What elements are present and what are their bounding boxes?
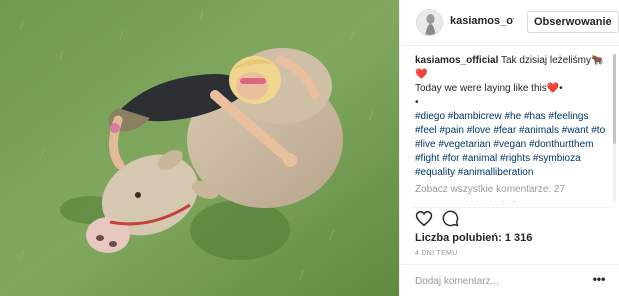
add-comment-input[interactable] — [415, 274, 575, 288]
avatar[interactable] — [416, 9, 443, 36]
caption-author[interactable]: kasiamos_official — [415, 55, 498, 66]
caption-line: Tak dzisiaj leżeliśmy🐂 — [500, 55, 604, 66]
post-timestamp[interactable]: 4 DNI TEMU — [415, 250, 458, 257]
add-comment-bar: ••• — [400, 264, 619, 296]
post-photo[interactable] — [0, 0, 399, 296]
caption-line: • — [415, 97, 419, 108]
comment-bubble-icon[interactable] — [442, 210, 464, 232]
post-caption: kasiamos_official Tak dzisiaj leżeliśmy🐂… — [415, 54, 606, 180]
heart-outline-icon[interactable] — [415, 210, 437, 232]
caption-hashtags[interactable]: #diego #bambicrew #he #has #feelings — [415, 110, 606, 124]
caption-hashtags[interactable]: #feel #pain #love #fear #animals #want #… — [415, 124, 606, 138]
comments-scrollbar[interactable] — [613, 54, 616, 202]
post-side-panel: kasiamos_official Obserwowanie kasiamos_… — [399, 0, 619, 296]
view-all-comments-link[interactable]: Zobacz wszystkie komentarze: 27 — [415, 183, 606, 197]
avatar-image — [417, 10, 442, 35]
photo-girl-hugging-calf — [0, 0, 399, 296]
scrollbar-thumb[interactable] — [613, 54, 616, 144]
caption-hashtags[interactable]: #live #vegetarian #vegan #donthurtthem — [415, 138, 606, 152]
more-options-icon[interactable]: ••• — [591, 273, 607, 289]
post-author-username[interactable]: kasiamos_official — [450, 15, 514, 27]
caption-hashtags[interactable]: #fight #for #animal #rights #symbioza — [415, 152, 606, 166]
post-header: kasiamos_official Obserwowanie — [400, 0, 619, 46]
caption-line: Today we were laying like this❤️• — [415, 83, 563, 94]
caption-hashtags[interactable]: #equality #animalliberation — [415, 166, 606, 180]
comments-section: kasiamos_official Tak dzisiaj leżeliśmy🐂… — [400, 54, 614, 202]
caption-line: ❤️ — [415, 69, 428, 80]
likes-count[interactable]: Liczba polubień: 1 316 — [415, 232, 532, 244]
comment-item: wave_32 👍👍👍👍😊 — [415, 201, 606, 202]
following-button[interactable]: Obserwowanie — [527, 11, 619, 33]
post-actions — [413, 207, 613, 229]
